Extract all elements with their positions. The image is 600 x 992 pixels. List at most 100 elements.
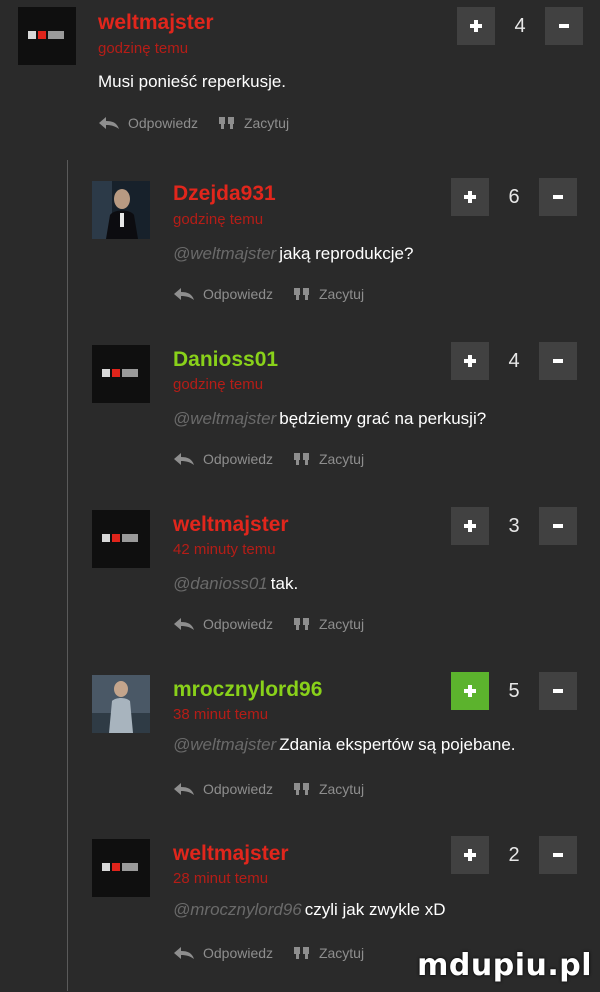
quote-icon	[293, 453, 309, 465]
reply-arrow-icon	[174, 453, 194, 465]
mention-link[interactable]: @danioss01	[173, 574, 268, 593]
reply-label: Odpowiedz	[203, 781, 274, 797]
reply-link[interactable]: Odpowiedz	[173, 779, 273, 799]
avatar[interactable]	[92, 181, 150, 239]
quote-label: Zacytuj	[243, 115, 290, 131]
quote-icon	[293, 288, 309, 300]
comment: weltmajster 42 minuty temu @danioss01 tak…	[0, 503, 600, 663]
upvote-button[interactable]	[451, 836, 489, 874]
vote-widget: 4	[457, 7, 583, 45]
quote-icon	[218, 117, 234, 129]
reply-label: Odpowiedz	[203, 451, 274, 467]
quote-label: Zacytuj	[318, 286, 365, 302]
quote-link[interactable]: Zacytuj	[293, 943, 364, 963]
comment-text: @mrocznylord96 czyli jak zwykle xD	[173, 899, 446, 921]
reply-arrow-icon	[99, 117, 119, 129]
mention-link[interactable]: @weltmajster	[173, 735, 276, 754]
vote-widget: 5	[451, 672, 577, 710]
avatar-logo	[102, 534, 138, 542]
reply-link[interactable]: Odpowiedz	[173, 284, 273, 304]
watermark: mdupiu.pl	[417, 948, 592, 983]
timestamp: 28 minut temu	[173, 870, 269, 887]
minus-icon	[553, 689, 563, 693]
vote-widget: 2	[451, 836, 577, 874]
comment-text-content: tak.	[270, 574, 299, 593]
username[interactable]: mrocznylord96	[173, 678, 322, 702]
vote-count: 6	[508, 186, 520, 208]
downvote-button[interactable]	[539, 836, 577, 874]
quote-label: Zacytuj	[318, 616, 365, 632]
downvote-button[interactable]	[539, 342, 577, 380]
comment-actions: Odpowiedz Zacytuj	[173, 614, 364, 634]
downvote-button[interactable]	[539, 178, 577, 216]
quote-link[interactable]: Zacytuj	[218, 113, 289, 133]
avatar[interactable]	[92, 345, 150, 403]
comment-text: Musi ponieść reperkusje.	[98, 71, 286, 93]
quote-link[interactable]: Zacytuj	[293, 614, 364, 634]
avatar-logo	[28, 31, 64, 39]
avatar[interactable]	[92, 839, 150, 897]
plus-icon	[464, 685, 476, 697]
plus-icon	[464, 191, 476, 203]
comment: Danioss01 godzinę temu @weltmajster będzi…	[0, 338, 600, 498]
quote-link[interactable]: Zacytuj	[293, 284, 364, 304]
comment-actions: Odpowiedz Zacytuj	[173, 449, 364, 469]
upvote-button[interactable]	[451, 178, 489, 216]
vote-count: 5	[508, 680, 520, 702]
reply-arrow-icon	[174, 288, 194, 300]
comment-actions: Odpowiedz Zacytuj	[98, 113, 289, 133]
reply-link[interactable]: Odpowiedz	[173, 943, 273, 963]
plus-icon	[464, 355, 476, 367]
avatar-logo	[102, 369, 138, 377]
reply-arrow-icon	[174, 618, 194, 630]
upvote-button[interactable]	[451, 507, 489, 545]
comment-text-content: czyli jak zwykle xD	[304, 900, 446, 919]
comment-text: @weltmajster będziemy grać na perkusji?	[173, 408, 486, 430]
downvote-button[interactable]	[539, 507, 577, 545]
vote-count: 2	[508, 844, 520, 866]
mention-link[interactable]: @weltmajster	[173, 244, 276, 263]
avatar[interactable]	[18, 7, 76, 65]
vote-widget: 4	[451, 342, 577, 380]
minus-icon	[559, 24, 569, 28]
vote-count: 4	[508, 350, 520, 372]
comment-actions: Odpowiedz Zacytuj	[173, 779, 364, 799]
timestamp: godzinę temu	[173, 211, 264, 228]
quote-icon	[293, 783, 309, 795]
comment-actions: Odpowiedz Zacytuj	[173, 943, 364, 963]
username[interactable]: Dzejda931	[173, 182, 276, 206]
upvote-button[interactable]	[451, 672, 489, 710]
timestamp: 42 minuty temu	[173, 541, 276, 558]
avatar-photo	[92, 675, 150, 733]
mention-link[interactable]: @mrocznylord96	[173, 900, 302, 919]
mention-link[interactable]: @weltmajster	[173, 409, 276, 428]
avatar-photo	[92, 181, 150, 239]
timestamp: 38 minut temu	[173, 706, 269, 723]
username[interactable]: weltmajster	[173, 842, 289, 866]
comment-actions: Odpowiedz Zacytuj	[173, 284, 364, 304]
comment-text-content: jaką reprodukcje?	[279, 244, 414, 263]
username[interactable]: weltmajster	[98, 11, 214, 35]
quote-label: Zacytuj	[318, 945, 365, 961]
vote-count: 4	[514, 15, 526, 37]
timestamp: godzinę temu	[173, 376, 264, 393]
vote-count: 3	[508, 515, 520, 537]
avatar[interactable]	[92, 510, 150, 568]
upvote-button[interactable]	[457, 7, 495, 45]
upvote-button[interactable]	[451, 342, 489, 380]
comment: weltmajster godzinę temu Musi ponieść re…	[0, 0, 600, 160]
comment-text-content: Musi ponieść reperkusje.	[98, 72, 287, 91]
username[interactable]: weltmajster	[173, 513, 289, 537]
reply-arrow-icon	[174, 783, 194, 795]
downvote-button[interactable]	[545, 7, 583, 45]
reply-label: Odpowiedz	[203, 616, 274, 632]
username[interactable]: Danioss01	[173, 348, 278, 372]
reply-link[interactable]: Odpowiedz	[173, 614, 273, 634]
quote-link[interactable]: Zacytuj	[293, 449, 364, 469]
reply-link[interactable]: Odpowiedz	[98, 113, 198, 133]
minus-icon	[553, 524, 563, 528]
quote-link[interactable]: Zacytuj	[293, 779, 364, 799]
reply-link[interactable]: Odpowiedz	[173, 449, 273, 469]
avatar[interactable]	[92, 675, 150, 733]
downvote-button[interactable]	[539, 672, 577, 710]
